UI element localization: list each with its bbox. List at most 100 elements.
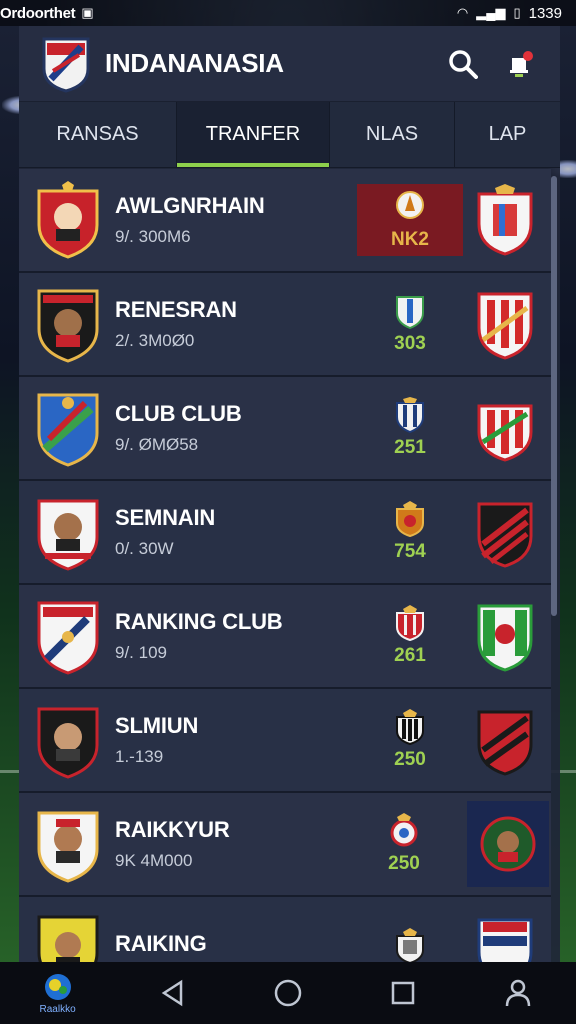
club-detail: 1.-139	[115, 747, 164, 766]
list-item[interactable]: SEMNAIN 0/. 30W 754	[19, 481, 551, 585]
notification-icon: ▣	[81, 5, 94, 20]
club-stat: 303	[357, 288, 463, 360]
badge-icon	[396, 605, 424, 641]
home-button[interactable]	[253, 965, 323, 1021]
back-button[interactable]	[138, 965, 208, 1021]
badge-icon	[396, 296, 424, 329]
tab-label: NLAS	[365, 123, 419, 145]
badge-icon	[396, 397, 424, 433]
club-list: AWLGNRHAIN 9/. 300M6 NK2 RENESRAN 2/. 3M0Ø…	[19, 169, 551, 964]
stat-value: 251	[394, 437, 426, 458]
club-name: RAIKING	[115, 931, 207, 956]
status-bar: Ordoorthet ▣ ◠ ▂▄▆ ▯ 1339	[0, 0, 576, 26]
profile-button[interactable]	[483, 965, 553, 1021]
profile-icon	[506, 979, 531, 1007]
club-stat: 754	[357, 496, 463, 568]
badge-icon	[396, 191, 424, 219]
tab-tranfer[interactable]: TRANFER	[177, 102, 330, 167]
club-crest-icon	[37, 601, 99, 675]
opponent-crest-icon	[477, 404, 533, 462]
scrollbar[interactable]	[551, 176, 557, 616]
carrier-name: Ordoorthet	[0, 4, 76, 22]
club-stat: 250	[357, 704, 463, 776]
list-item[interactable]: RAIKKYUR 9K 4M000 250	[19, 793, 551, 897]
stat-value: 250	[388, 853, 420, 874]
club-crest-icon	[37, 393, 99, 467]
club-detail: 0/. 30W	[115, 539, 174, 558]
badge-icon	[396, 501, 424, 537]
list-item[interactable]: RANKING CLUB 9/. 109 261	[19, 585, 551, 689]
tab-label: RANSAS	[56, 123, 139, 145]
opponent-crest-box	[467, 801, 549, 887]
badge-icon	[390, 813, 418, 847]
badge-icon	[396, 928, 424, 964]
club-name: RENESRAN	[115, 297, 237, 322]
app-logo-icon	[42, 37, 90, 93]
club-name: RANKING CLUB	[115, 609, 283, 634]
list-item[interactable]: CLUB CLUB 9/. ØMØ58 251	[19, 377, 551, 481]
tab-label: LAP	[488, 123, 527, 145]
club-detail: 9/. 300M6	[115, 227, 191, 246]
club-stat: 261	[357, 600, 463, 672]
signal-icon: ▂▄▆	[476, 5, 506, 20]
club-crest-icon	[37, 289, 99, 363]
club-name: SEMNAIN	[115, 505, 216, 530]
list-item[interactable]: RENESRAN 2/. 3M0Ø0 303	[19, 273, 551, 377]
wifi-icon: ◠	[456, 5, 469, 20]
club-stat: 251	[357, 392, 463, 464]
home-app-button[interactable]: Raalkko	[23, 965, 93, 1021]
list-item[interactable]: AWLGNRHAIN 9/. 300M6 NK2	[19, 169, 551, 273]
opponent-crest-icon	[477, 184, 533, 256]
club-crest-icon	[37, 811, 99, 883]
app-title: INDANANASIA	[105, 48, 284, 78]
club-detail: 9/. 109	[115, 643, 167, 662]
bottom-navigation: Raalkko	[0, 962, 576, 1024]
club-stat	[357, 912, 463, 964]
tab-nlas[interactable]: NLAS	[330, 102, 455, 167]
club-detail: 9K 4M000	[115, 851, 193, 870]
recents-button[interactable]	[368, 965, 438, 1021]
bell-icon	[510, 50, 533, 77]
opponent-crest-icon	[477, 604, 533, 672]
stat-value: 261	[394, 645, 426, 666]
opponent-crest-icon	[477, 292, 533, 360]
stat-value: 250	[394, 749, 426, 770]
list-item[interactable]: SLMIUN 1.-139 250	[19, 689, 551, 793]
club-crest-icon	[37, 181, 99, 259]
club-detail: 9/. ØMØ58	[115, 435, 199, 454]
club-name: AWLGNRHAIN	[115, 193, 265, 218]
app-panel: INDANANASIA RANSAS TRANFER NLAS LAP AWLG…	[19, 26, 560, 964]
badge-icon	[396, 709, 424, 745]
recents-square-icon	[391, 981, 415, 1005]
opponent-crest-icon	[477, 918, 533, 964]
notifications-button[interactable]	[500, 43, 542, 85]
search-button[interactable]	[442, 43, 484, 85]
search-icon	[449, 49, 478, 79]
app-label: Raalkko	[39, 1003, 76, 1015]
battery-icon: ▯	[513, 5, 521, 20]
status-time: 1339	[528, 4, 562, 22]
club-name: CLUB CLUB	[115, 401, 242, 426]
tab-bar: RANSAS TRANFER NLAS LAP	[19, 102, 560, 168]
app-header: INDANANASIA	[19, 26, 560, 102]
stat-value: 303	[394, 333, 426, 354]
club-name: SLMIUN	[115, 713, 199, 738]
stat-value: 754	[394, 541, 426, 562]
club-detail: 2/. 3M0Ø0	[115, 331, 195, 350]
opponent-crest-icon	[480, 816, 536, 872]
opponent-crest-icon	[477, 502, 533, 568]
stat-value: NK2	[390, 229, 429, 250]
club-crest-icon	[37, 499, 99, 571]
tab-label: TRANFER	[205, 123, 301, 145]
opponent-crest-icon	[477, 710, 533, 776]
club-stat: NK2	[357, 184, 463, 256]
tab-ransas[interactable]: RANSAS	[19, 102, 177, 167]
club-crest-icon	[37, 915, 99, 964]
club-stat: 250	[351, 808, 457, 880]
back-triangle-icon	[161, 979, 183, 1007]
app-ball-icon	[44, 973, 71, 1000]
club-name: RAIKKYUR	[115, 817, 230, 842]
list-item[interactable]: RAIKING	[19, 897, 551, 964]
tab-lap[interactable]: LAP	[455, 102, 560, 167]
home-circle-icon	[274, 979, 302, 1007]
